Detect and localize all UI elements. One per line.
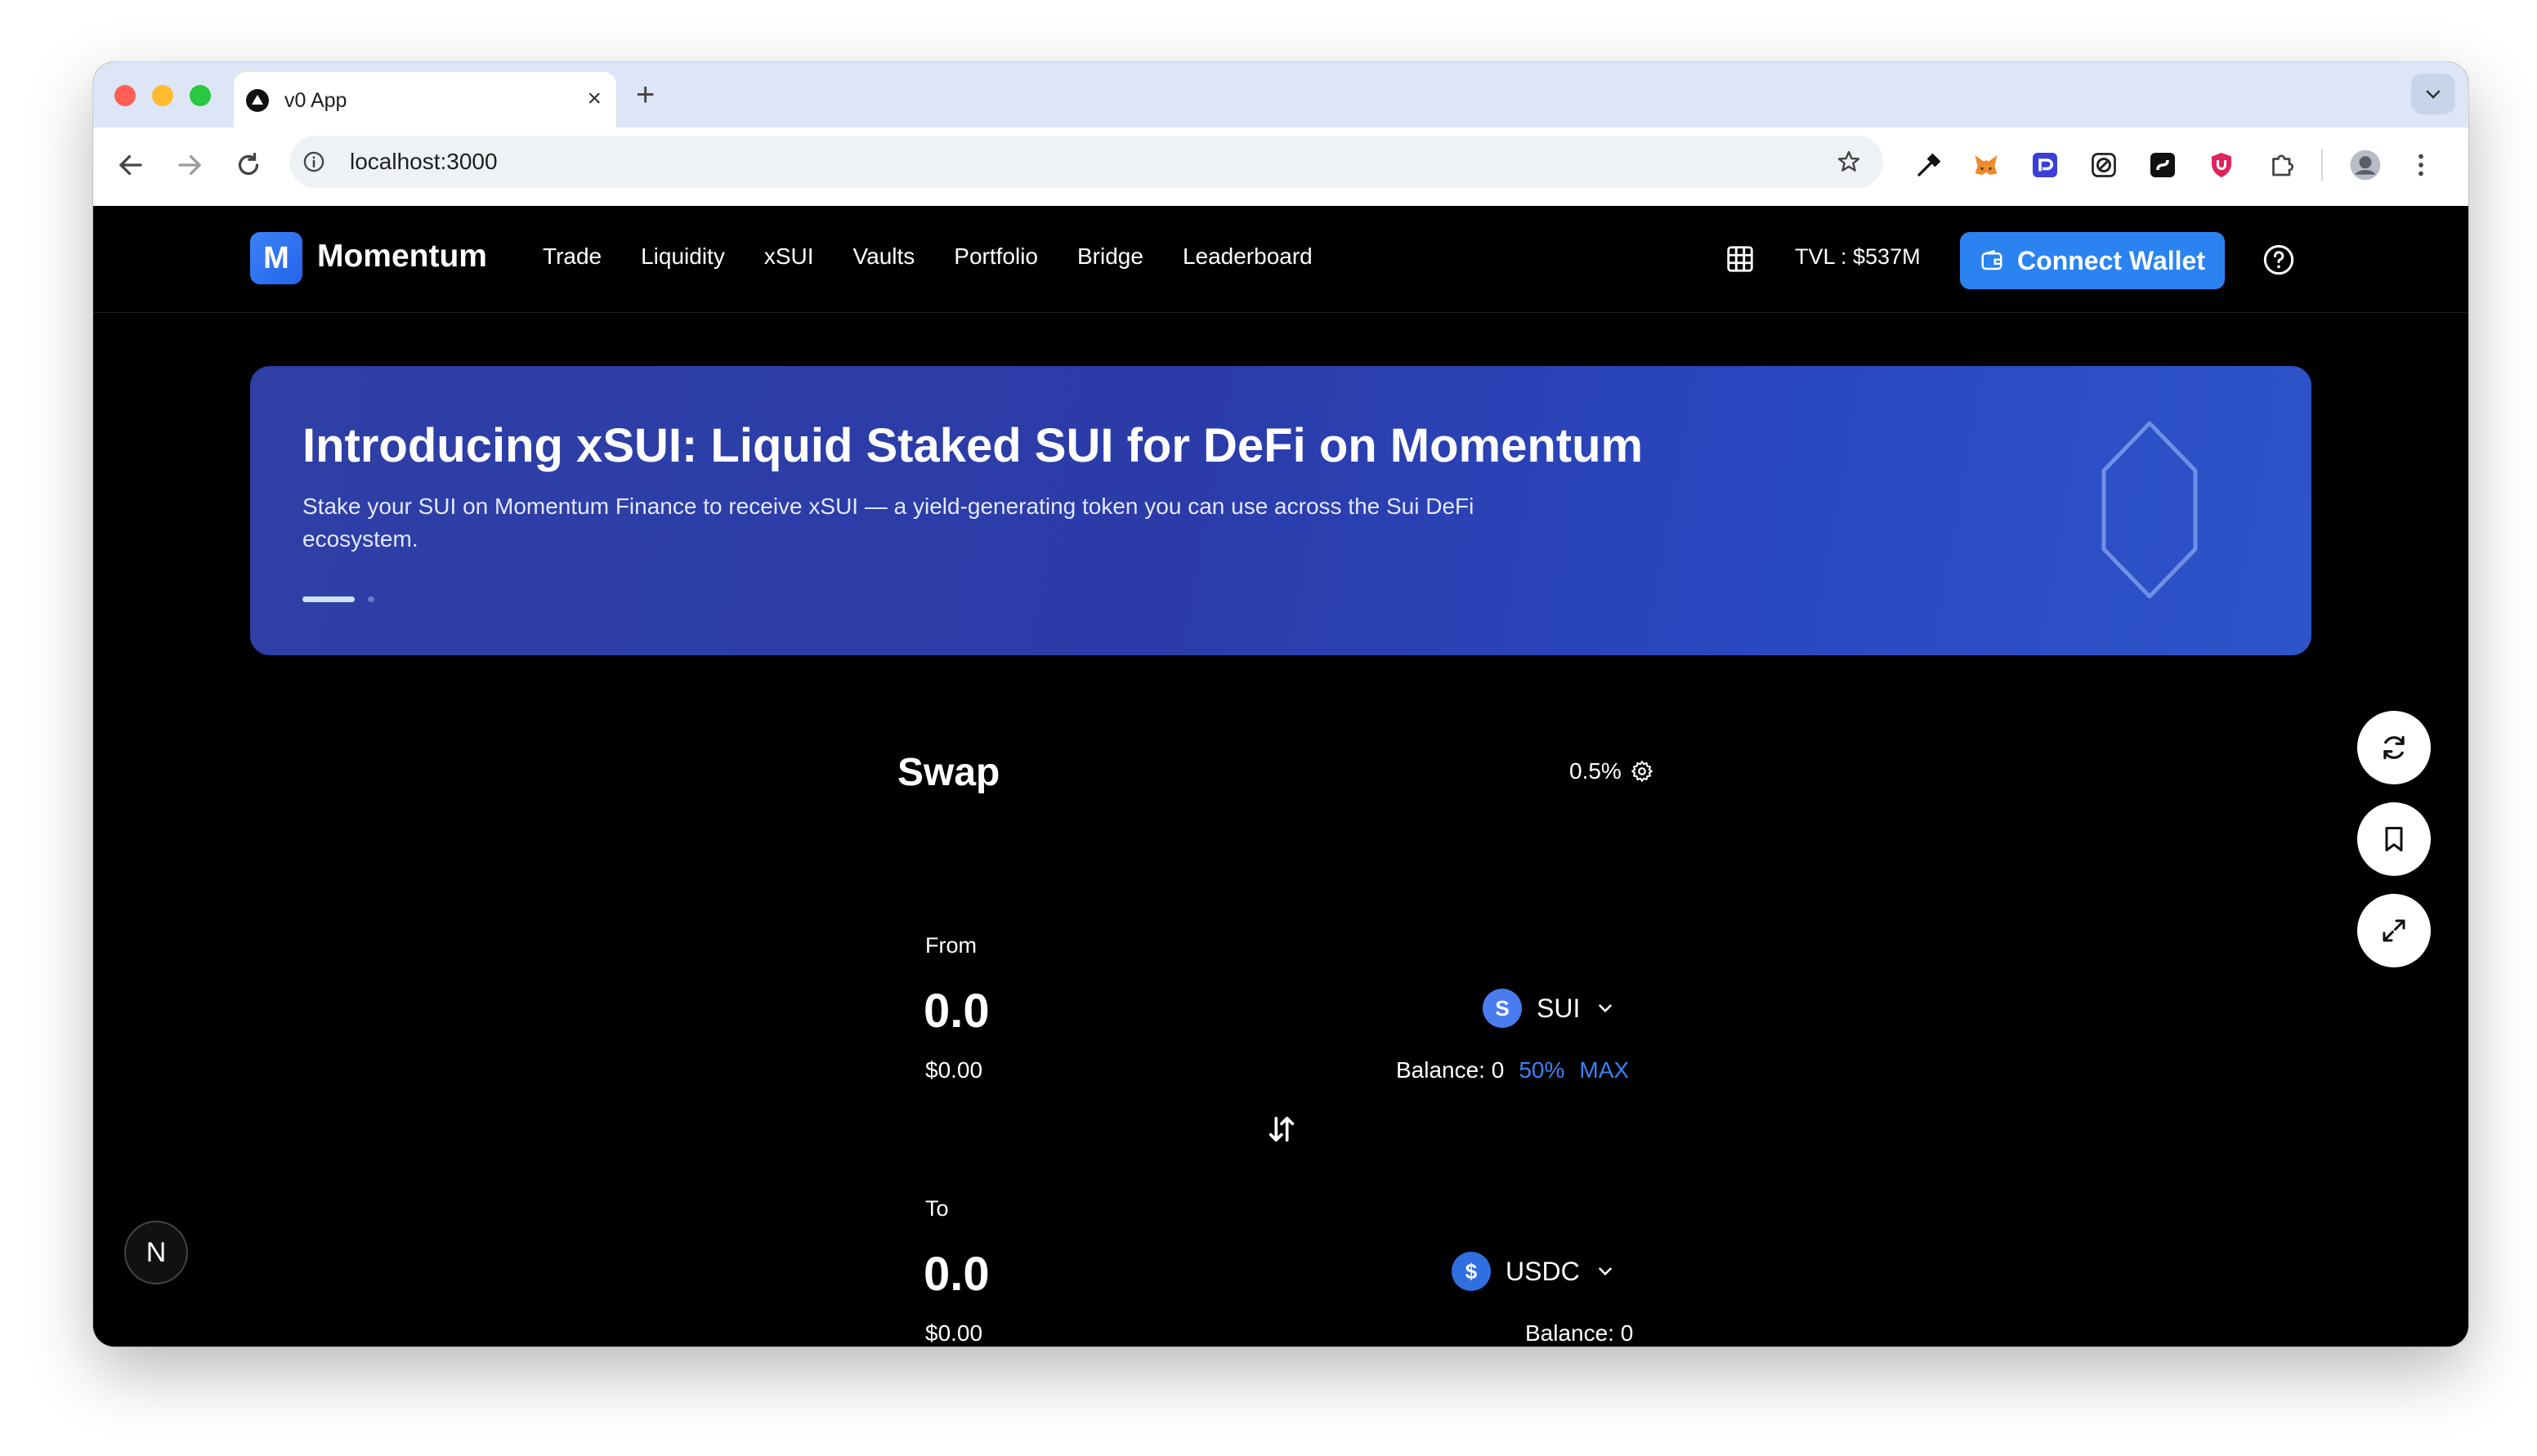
nav-trade[interactable]: Trade: [543, 243, 602, 270]
browser-window: v0 App × + localhost:3000 M Momentum Tra…: [93, 62, 2468, 1347]
tab-strip: v0 App × +: [93, 62, 2468, 127]
grid-icon[interactable]: [1725, 243, 1756, 275]
nav-leaderboard[interactable]: Leaderboard: [1183, 243, 1313, 270]
reload-icon[interactable]: [234, 150, 263, 180]
blue-extension-icon[interactable]: [2030, 150, 2060, 180]
hexagon-icon: [2101, 421, 2198, 599]
forward-arrow-icon[interactable]: [175, 150, 204, 180]
to-usd-value: $0.00: [925, 1320, 983, 1346]
to-token-selector[interactable]: $ USDC: [1452, 1252, 1616, 1291]
refresh-icon: [2383, 735, 2405, 760]
tab-search-button[interactable]: [2411, 74, 2455, 114]
gear-icon: [1631, 761, 1653, 782]
site-info-icon[interactable]: [302, 150, 325, 173]
usdc-token-icon: $: [1452, 1252, 1491, 1291]
help-icon[interactable]: [2262, 243, 2295, 276]
vercel-favicon-icon: [246, 89, 269, 112]
from-token-name: SUI: [1537, 993, 1581, 1023]
tab-title: v0 App: [284, 89, 347, 112]
to-amount-input[interactable]: 0.0: [924, 1247, 990, 1302]
from-balance: Balance: 0: [1396, 1057, 1505, 1083]
carousel-dot[interactable]: [368, 596, 374, 602]
bookmark-star-icon[interactable]: [1836, 149, 1862, 175]
from-usd-value: $0.00: [925, 1057, 983, 1083]
tvl-value: TVL : $537M: [1795, 244, 1921, 269]
expand-button[interactable]: [2357, 894, 2431, 967]
from-label: From: [925, 933, 977, 958]
expand-icon: [2383, 919, 2405, 942]
nav-bridge[interactable]: Bridge: [1077, 243, 1143, 270]
max-button[interactable]: MAX: [1579, 1057, 1629, 1083]
page-content: M Momentum Trade Liquidity xSUI Vaults P…: [93, 206, 2468, 1347]
connect-wallet-label: Connect Wallet: [2017, 245, 2205, 275]
slippage-value: 0.5%: [1569, 758, 1622, 784]
swap-direction-icon[interactable]: [1265, 1113, 1298, 1146]
to-balance-row: Balance: 0: [1525, 1320, 1633, 1347]
app-name[interactable]: Momentum: [317, 239, 487, 275]
chevron-down-icon: [1599, 1004, 1613, 1013]
connect-wallet-button[interactable]: Connect Wallet: [1960, 232, 2225, 289]
metamask-extension-icon[interactable]: [1971, 150, 2001, 180]
to-balance: Balance: 0: [1525, 1320, 1634, 1346]
block-extension-icon[interactable]: [2089, 150, 2119, 180]
nav-portfolio[interactable]: Portfolio: [954, 243, 1038, 270]
maximize-window-button[interactable]: [190, 85, 211, 106]
wallet-icon: [1981, 249, 2002, 270]
nextjs-dev-badge[interactable]: N: [124, 1221, 188, 1284]
to-token-name: USDC: [1506, 1256, 1580, 1286]
main-nav: Trade Liquidity xSUI Vaults Portfolio Br…: [543, 243, 1352, 270]
slippage-setting[interactable]: 0.5%: [1569, 758, 1654, 784]
browser-toolbar: localhost:3000: [93, 127, 2468, 207]
fifty-percent-button[interactable]: 50%: [1519, 1057, 1564, 1083]
carousel-dot-active[interactable]: [302, 596, 355, 602]
eyedropper-extension-icon[interactable]: [1914, 150, 1944, 180]
swap-title: Swap: [897, 751, 1000, 794]
profile-avatar-icon[interactable]: [2349, 149, 2382, 181]
minimize-window-button[interactable]: [152, 85, 173, 106]
back-arrow-icon[interactable]: [116, 150, 145, 180]
new-tab-button[interactable]: +: [636, 78, 655, 111]
browser-tab[interactable]: v0 App ×: [234, 72, 616, 127]
toolbar-divider: [2321, 149, 2323, 181]
chevron-down-icon: [2426, 90, 2441, 99]
close-tab-icon[interactable]: ×: [587, 87, 602, 111]
logo-badge[interactable]: M: [250, 232, 302, 284]
from-token-selector[interactable]: S SUI: [1483, 989, 1616, 1028]
address-bar[interactable]: localhost:3000: [289, 136, 1883, 188]
shield-extension-icon[interactable]: [2207, 150, 2236, 180]
banner-description: Stake your SUI on Momentum Finance to re…: [302, 494, 1474, 552]
browser-menu-icon[interactable]: [2406, 150, 2436, 180]
bookmark-icon: [2385, 827, 2403, 851]
chevron-down-icon: [1598, 1267, 1612, 1276]
app-header: M Momentum Trade Liquidity xSUI Vaults P…: [93, 206, 2468, 313]
bookmark-button[interactable]: [2357, 802, 2431, 876]
refresh-button[interactable]: [2357, 711, 2431, 784]
banner-title: Introducing xSUI: Liquid Staked SUI for …: [302, 419, 1644, 472]
dark-extension-icon[interactable]: [2148, 150, 2177, 180]
from-amount-input[interactable]: 0.0: [924, 984, 990, 1038]
nav-vaults[interactable]: Vaults: [853, 243, 915, 270]
url-text[interactable]: localhost:3000: [350, 149, 498, 175]
promo-banner[interactable]: Introducing xSUI: Liquid Staked SUI for …: [250, 366, 2311, 655]
from-balance-row: Balance: 0 50% MAX: [1396, 1057, 1629, 1083]
to-label: To: [925, 1196, 949, 1221]
close-window-button[interactable]: [114, 85, 136, 106]
nav-liquidity[interactable]: Liquidity: [641, 243, 725, 270]
nav-xsui[interactable]: xSUI: [764, 243, 814, 270]
puzzle-extensions-icon[interactable]: [2267, 150, 2297, 180]
sui-token-icon: S: [1483, 989, 1522, 1028]
